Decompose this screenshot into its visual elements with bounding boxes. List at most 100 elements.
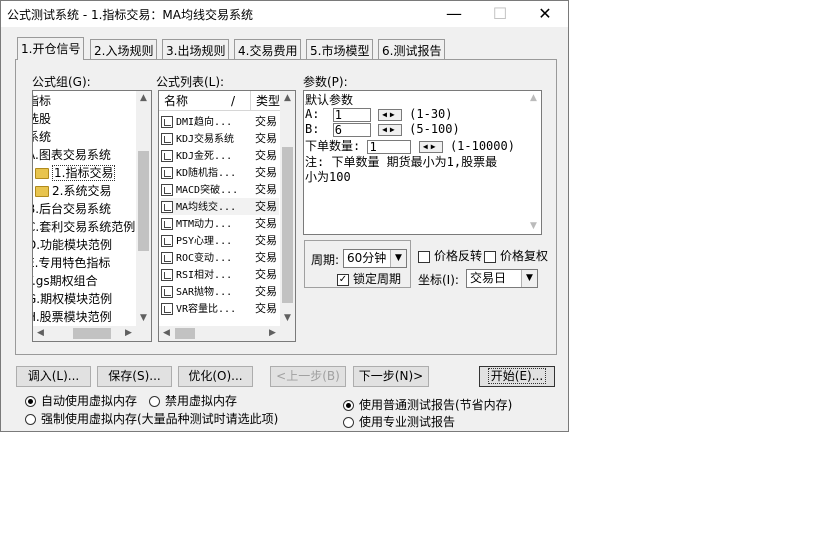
params-label: 参数(P): <box>303 75 348 89</box>
param-a-spinner[interactable]: ◀▶ <box>377 108 402 121</box>
params-vertical-scrollbar[interactable]: ▲ ▼ <box>526 91 541 234</box>
formula-icon <box>161 235 173 247</box>
param-qty-input[interactable]: 1 <box>367 139 412 154</box>
radio-icon <box>149 396 160 407</box>
scroll-thumb[interactable] <box>282 147 293 303</box>
maximize-icon: ☐ <box>492 4 508 23</box>
column-header-name[interactable]: 名称 / <box>159 91 251 111</box>
params-panel[interactable]: 默认参数 A: 1 ◀▶ (1-30) B: 6 ◀▶ (5-100) 下单数量… <box>303 90 542 235</box>
price-reverse-checkbox[interactable]: 价格反转 <box>418 247 482 264</box>
list-item[interactable]: KDJ金死... 交易 <box>161 147 277 164</box>
period-group: 周期: 60分钟 ▼ ✓ 锁定周期 <box>304 240 411 288</box>
tab-panel-open-signal: 公式组(G): 指标 选股 系统 A.图表交易系统 1.指标交易 2.系统交易 … <box>15 59 557 355</box>
tab-exit-rules[interactable]: 3.出场规则 <box>162 39 230 59</box>
tree-item[interactable]: E.专用特色指标 <box>33 254 110 272</box>
disable-virtual-memory-radio[interactable]: 禁用虚拟内存 <box>149 392 237 409</box>
list-item[interactable]: KDJ交易系统 交易 <box>161 130 277 147</box>
column-header-type[interactable]: 类型 <box>251 91 281 111</box>
scroll-thumb[interactable] <box>138 151 149 251</box>
period-select[interactable]: 60分钟 ▼ <box>343 249 407 268</box>
tab-test-report[interactable]: 6.测试报告 <box>378 39 446 59</box>
scroll-up-icon[interactable]: ▲ <box>136 91 151 106</box>
param-b-row: B: 6 ◀▶ (5-100) <box>305 122 460 137</box>
tree-item-selected[interactable]: 1.指标交易 <box>35 164 116 182</box>
check-icon: ✓ <box>337 273 349 286</box>
scroll-down-icon[interactable]: ▼ <box>280 311 295 326</box>
list-item[interactable]: RSI相对... 交易 <box>161 266 277 283</box>
coord-select[interactable]: 交易日 ▼ <box>466 269 538 288</box>
chevron-down-icon[interactable]: ▼ <box>390 250 406 267</box>
tree-item[interactable]: 选股 <box>33 110 51 128</box>
list-item[interactable]: SAR抛物... 交易 <box>161 283 277 300</box>
radio-selected-icon <box>25 396 36 407</box>
params-heading: 默认参数 <box>305 93 354 107</box>
lock-period-checkbox[interactable]: ✓ 锁定周期 <box>337 270 401 287</box>
scroll-right-icon[interactable]: ▶ <box>121 326 136 341</box>
list-item[interactable]: DMI趋向... 交易 <box>161 113 277 130</box>
list-item[interactable]: MTM动力... 交易 <box>161 215 277 232</box>
radio-icon <box>25 414 36 425</box>
list-item[interactable]: MACD突破... 交易 <box>161 181 277 198</box>
scroll-thumb[interactable] <box>175 328 195 339</box>
list-item[interactable]: PSY心理... 交易 <box>161 232 277 249</box>
scroll-left-icon[interactable]: ◀ <box>33 326 48 341</box>
next-step-button[interactable]: 下一步(N)> <box>353 366 429 387</box>
formula-icon <box>161 150 173 162</box>
tree-item[interactable]: 指标 <box>33 92 51 110</box>
list-vertical-scrollbar[interactable]: ▲ ▼ <box>280 91 295 326</box>
tree-item[interactable]: A.图表交易系统 <box>33 146 111 164</box>
formula-list-label: 公式列表(L): <box>156 75 225 89</box>
tree-item[interactable]: B.后台交易系统 <box>33 200 111 218</box>
formula-icon <box>161 269 173 281</box>
folder-icon <box>35 186 49 197</box>
scroll-up-icon[interactable]: ▲ <box>280 91 295 106</box>
scroll-thumb[interactable] <box>73 328 111 339</box>
force-virtual-memory-radio[interactable]: 强制使用虚拟内存(大量品种测试时请选此项) <box>25 410 278 427</box>
coord-label: 坐标(I): <box>418 273 459 287</box>
tree-item[interactable]: H.股票模块范例 <box>33 308 112 326</box>
scroll-down-icon[interactable]: ▼ <box>136 311 151 326</box>
normal-report-radio[interactable]: 使用普通测试报告(节省内存) <box>343 396 512 413</box>
param-b-input[interactable]: 6 <box>332 122 371 137</box>
tree-item[interactable]: D.功能模块范例 <box>33 236 112 254</box>
radio-selected-icon <box>343 400 354 411</box>
list-header: 名称 / 类型 <box>159 91 281 111</box>
list-horizontal-scrollbar[interactable]: ◀ ▶ <box>159 326 295 341</box>
save-button[interactable]: 保存(S)... <box>97 366 172 387</box>
auto-virtual-memory-radio[interactable]: 自动使用虚拟内存 <box>25 392 137 409</box>
close-icon[interactable]: ✕ <box>522 1 568 27</box>
pro-report-radio[interactable]: 使用专业测试报告 <box>343 413 455 430</box>
chevron-down-icon[interactable]: ▼ <box>521 270 537 287</box>
scroll-left-icon[interactable]: ◀ <box>159 326 174 341</box>
minimize-icon[interactable]: — <box>431 1 477 27</box>
scroll-right-icon[interactable]: ▶ <box>265 326 280 341</box>
list-item-selected[interactable]: MA均线交... 交易 <box>161 198 279 215</box>
tree-item[interactable]: F.gs期权组合 <box>33 272 98 290</box>
param-note-line: 小为100 <box>305 170 351 184</box>
tree-vertical-scrollbar[interactable]: ▲ ▼ <box>136 91 151 326</box>
tab-trade-fees[interactable]: 4.交易费用 <box>234 39 302 59</box>
load-button[interactable]: 调入(L)... <box>16 366 91 387</box>
price-restore-checkbox[interactable]: 价格复权 <box>484 247 548 264</box>
param-b-spinner[interactable]: ◀▶ <box>377 123 402 136</box>
param-qty-spinner[interactable]: ◀▶ <box>418 140 443 153</box>
list-item[interactable]: VR容量比... 交易 <box>161 300 277 317</box>
formula-group-tree[interactable]: 指标 选股 系统 A.图表交易系统 1.指标交易 2.系统交易 B.后台交易系统… <box>32 90 152 342</box>
tree-item[interactable]: G.期权模块范例 <box>33 290 112 308</box>
param-a-input[interactable]: 1 <box>332 107 371 122</box>
formula-list[interactable]: 名称 / 类型 DMI趋向... 交易 KDJ交易系统 交易 KDJ金死... 交易 K… <box>158 90 296 342</box>
start-button[interactable]: 开始(E)... <box>479 366 555 387</box>
formula-icon <box>161 303 173 315</box>
tab-open-signal[interactable]: 1.开仓信号 <box>17 37 85 60</box>
checkbox-box <box>484 250 496 263</box>
tab-entry-rules[interactable]: 2.入场规则 <box>90 39 158 59</box>
tab-market-model[interactable]: 5.市场模型 <box>306 39 374 59</box>
list-item[interactable]: KD随机指... 交易 <box>161 164 277 181</box>
tree-horizontal-scrollbar[interactable]: ◀ ▶ <box>33 326 151 341</box>
formula-icon <box>161 116 173 128</box>
tree-item[interactable]: 2.系统交易 <box>35 182 111 200</box>
tree-item[interactable]: C.套利交易系统范例 <box>33 218 135 236</box>
optimize-button[interactable]: 优化(O)... <box>178 366 253 387</box>
tree-item[interactable]: 系统 <box>33 128 51 146</box>
list-item[interactable]: ROC变动... 交易 <box>161 249 277 266</box>
